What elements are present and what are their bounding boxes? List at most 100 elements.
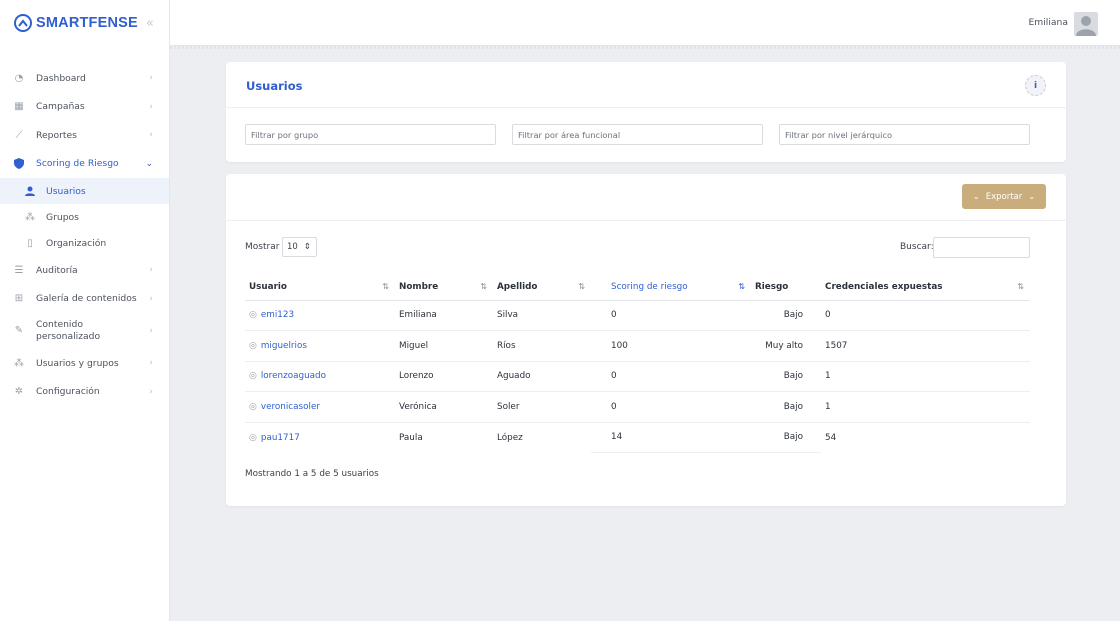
chevron-right-icon: › [149,73,153,84]
table-row: ◎ veronicasoler Verónica Soler 0 Bajo 1 [245,391,1030,423]
cell-nombre: Paula [399,432,423,443]
search-input[interactable] [933,237,1030,258]
table-row: ◎ miguelrios Miguel Ríos 100 Muy alto 150… [245,330,1030,362]
chevron-right-icon: › [149,101,153,112]
sidebar-item-configuracion[interactable]: ✲ Configuración › [0,378,169,407]
filter-hierarchy-level-input[interactable] [779,124,1030,145]
divider [226,220,1066,221]
eye-icon: ◎ [249,371,257,382]
sidebar-item-dashboard[interactable]: ◔ Dashboard › [0,64,169,93]
sidebar-subitem-label: Usuarios [46,185,86,197]
cell-scoring: 0 [591,391,751,423]
cell-apellido: Soler [493,391,591,423]
users-icon: ⁂ [14,357,24,369]
eye-icon: ◎ [249,310,257,321]
sidebar-item-galeria[interactable]: ⊞ Galería de contenidos › [0,285,169,314]
group-icon: ⁂ [25,211,35,223]
filter-functional-area-input[interactable] [512,124,763,145]
search-label: Buscar: [900,242,934,252]
chevron-right-icon: › [149,293,153,304]
column-header-credenciales[interactable]: Credenciales expuestas ⇅ [821,274,1030,301]
filters-card: Usuarios i [226,62,1066,162]
user-link[interactable]: ◎ veronicasoler [245,391,395,423]
cell-nombre: Emiliana [395,300,493,331]
column-header-nombre[interactable]: Nombre ⇅ [395,274,493,301]
sort-icon: ⇅ [480,282,487,291]
list-icon: ☰ [14,264,24,276]
sidebar-item-scoring-de-riesgo[interactable]: Scoring de Riesgo ⌄ [0,150,169,179]
column-header-riesgo[interactable]: Riesgo [751,274,821,301]
gear-icon: ✲ [14,386,24,398]
table-row: ◎ lorenzoaguado Lorenzo Aguado 0 Bajo 1 [245,361,1030,392]
column-header-usuario[interactable]: Usuario ⇅ [245,274,395,301]
smartfense-logo-icon [14,14,32,32]
chevron-down-icon: ⌄ [972,191,980,202]
sidebar-item-label: Reportes [36,129,77,141]
cell-credenciales: 54 [825,432,837,443]
sidebar-item-usuarios-y-grupos[interactable]: ⁂ Usuarios y grupos › [0,349,169,378]
brand-name: SMARTFENSE [36,15,138,31]
sidebar-item-label: Contenido personalizado [36,319,101,342]
cell-scoring: 0 [591,300,751,331]
sort-icon: ⇅ [1017,282,1024,291]
page-title: Usuarios [246,79,303,93]
chevron-right-icon: › [149,358,153,369]
building-icon: ▯ [27,237,33,249]
cell-apellido: López [497,432,523,443]
filter-group-input[interactable] [245,124,496,145]
cell-riesgo: Bajo [751,300,821,331]
sidebar-item-campanas[interactable]: ▦ Campañas › [0,93,169,122]
page-size-value: 10 [287,242,298,252]
sidebar-subitem-label: Organización [46,237,107,249]
sort-icon: ⇅ [738,282,745,291]
user-link[interactable]: ◎ miguelrios [245,330,395,362]
eye-icon: ◎ [249,340,257,351]
sidebar-item-label: Dashboard [36,72,86,84]
sidebar-subitem-usuarios[interactable]: Usuarios [0,178,169,204]
double-chevron-left-icon[interactable]: « [146,16,154,31]
cell-apellido: Aguado [493,361,591,392]
sidebar-item-label: Campañas [36,101,85,113]
sidebar-item-reportes[interactable]: ⟋ Reportes › [0,121,169,150]
cell-riesgo: Muy alto [751,330,821,362]
info-button[interactable]: i [1025,75,1046,96]
user-avatar-icon[interactable] [1074,12,1098,36]
eye-icon: ◎ [249,432,257,443]
sidebar-subitem-grupos[interactable]: ⁂ Grupos [0,204,169,230]
cell-riesgo: Bajo [751,361,821,392]
sidebar-subitem-organizacion[interactable]: ▯ Organización [0,230,169,256]
cell-scoring: 100 [591,330,751,362]
export-button[interactable]: ⌄ Exportar ⌄ [962,184,1046,209]
shield-icon [13,158,25,170]
column-header-scoring[interactable]: Scoring de riesgo ⇅ [591,274,751,301]
brand-header: SMARTFENSE « [0,0,169,46]
sort-icon: ⇅ [578,282,585,291]
divider [226,107,1066,108]
user-link[interactable]: ◎ emi123 [245,300,395,331]
sidebar-nav: ◔ Dashboard › ▦ Campañas › ⟋ Reportes › … [0,64,169,406]
user-link[interactable]: ◎ pau1717 [245,422,395,453]
chevron-right-icon: › [149,265,153,276]
chevron-right-icon: › [149,386,153,397]
sidebar-item-label: Auditoría [36,264,78,276]
sidebar-item-label: Usuarios y grupos [36,357,119,369]
chevron-right-icon: › [149,326,153,336]
sidebar: SMARTFENSE « ◔ Dashboard › ▦ Campañas › … [0,0,170,621]
current-user-name[interactable]: Emiliana [1029,17,1069,28]
user-link[interactable]: ◎ lorenzoaguado [245,361,395,392]
cell-credenciales: 1507 [821,330,1030,362]
sort-icon: ⇅ [382,282,389,291]
sidebar-item-contenido-personalizado[interactable]: ✎ Contenido personalizado › [0,313,169,349]
column-header-apellido[interactable]: Apellido ⇅ [493,274,591,301]
cell-credenciales: 1 [821,361,1030,392]
cell-apellido: Silva [493,300,591,331]
page-size-select[interactable]: 10 ⇕ [282,237,317,257]
sidebar-item-auditoria[interactable]: ☰ Auditoría › [0,256,169,285]
cell-scoring: 14 [591,422,751,453]
sort-updown-icon: ⇕ [303,242,311,252]
sidebar-item-label: Scoring de Riesgo [36,158,119,170]
eye-icon: ◎ [249,401,257,412]
chevron-down-icon: ⌄ [145,158,153,169]
user-icon [24,186,36,196]
cell-riesgo: Bajo [751,422,821,453]
